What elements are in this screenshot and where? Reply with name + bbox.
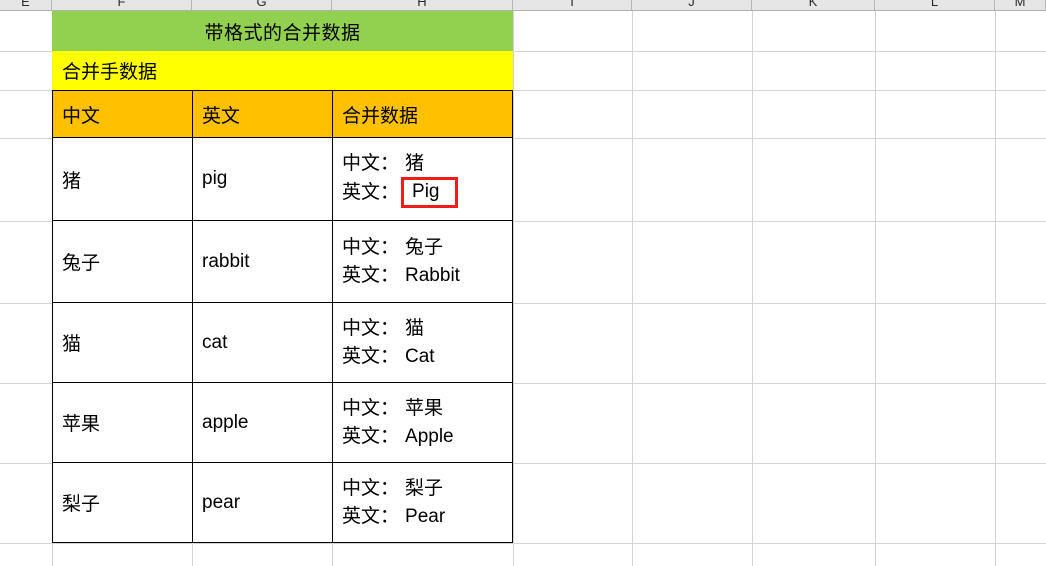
merged-line-chinese: 中文： 猪 bbox=[342, 150, 512, 178]
merged-label-chinese: 中文： bbox=[342, 317, 400, 339]
cell-english-text: pear bbox=[202, 491, 241, 513]
column-header-k[interactable]: K bbox=[752, 0, 875, 10]
merged-label-chinese: 中文： bbox=[342, 397, 400, 419]
merged-label-english: 英文： bbox=[342, 264, 400, 286]
cell-english-text: rabbit bbox=[202, 250, 250, 272]
merged-label-english: 英文： bbox=[342, 181, 400, 203]
merged-line-english: 英文： Pig bbox=[342, 177, 512, 209]
header-label-chinese: 中文 bbox=[62, 105, 101, 127]
merged-line-chinese: 中文： 苹果 bbox=[342, 395, 512, 423]
gridline-vertical bbox=[632, 11, 633, 566]
cell-merged[interactable]: 中文： 猪 英文： Pig bbox=[333, 138, 512, 220]
column-header-j[interactable]: J bbox=[632, 0, 752, 10]
merged-value-chinese: 猪 bbox=[405, 152, 425, 174]
column-header-l[interactable]: L bbox=[875, 0, 995, 10]
merged-label-english: 英文： bbox=[342, 505, 400, 527]
table-row: 苹果 apple 中文： 苹果 英文： Apple bbox=[52, 383, 513, 463]
cell-english[interactable]: pear bbox=[193, 463, 333, 542]
cell-merged[interactable]: 中文： 梨子 英文： Pear bbox=[333, 463, 512, 542]
cell-chinese[interactable]: 猫 bbox=[53, 303, 193, 382]
cell-merged[interactable]: 中文： 猫 英文： Cat bbox=[333, 303, 512, 382]
merged-label-english: 英文： bbox=[342, 345, 400, 367]
column-header-e[interactable]: E bbox=[0, 0, 52, 10]
spreadsheet-canvas: E F G H I J K L M 带格式的合并数据 合并手数据 中文 英文 合… bbox=[0, 0, 1046, 566]
merged-line-english: 英文： Cat bbox=[342, 343, 512, 371]
header-cell-chinese[interactable]: 中文 bbox=[53, 91, 193, 137]
cell-english[interactable]: cat bbox=[193, 303, 333, 382]
gridline-vertical bbox=[752, 11, 753, 566]
merged-line-chinese: 中文： 兔子 bbox=[342, 234, 512, 262]
cell-merged[interactable]: 中文： 兔子 英文： Rabbit bbox=[333, 221, 512, 302]
merged-line-english: 英文： Pear bbox=[342, 503, 512, 531]
merged-value-english: Apple bbox=[405, 425, 454, 447]
merged-line-chinese: 中文： 梨子 bbox=[342, 475, 512, 503]
cell-english-text: cat bbox=[202, 331, 228, 353]
cell-chinese[interactable]: 猪 bbox=[53, 138, 193, 220]
header-label-english: 英文 bbox=[202, 105, 241, 127]
cell-chinese-text: 猫 bbox=[62, 334, 82, 355]
table-row: 兔子 rabbit 中文： 兔子 英文： Rabbit bbox=[52, 221, 513, 303]
column-header-m[interactable]: M bbox=[995, 0, 1046, 10]
column-header-f[interactable]: F bbox=[52, 0, 192, 10]
cell-chinese[interactable]: 梨子 bbox=[53, 463, 193, 542]
merged-label-chinese: 中文： bbox=[342, 477, 400, 499]
gridline-vertical bbox=[995, 11, 996, 566]
merged-value-english: Rabbit bbox=[405, 264, 460, 286]
merged-value-chinese: 梨子 bbox=[405, 477, 444, 499]
merged-value-chinese: 兔子 bbox=[405, 236, 444, 258]
merged-value-chinese: 苹果 bbox=[405, 397, 444, 419]
table-title-text: 带格式的合并数据 bbox=[204, 22, 361, 44]
cell-chinese[interactable]: 兔子 bbox=[53, 221, 193, 302]
cell-chinese-text: 兔子 bbox=[62, 253, 101, 274]
table-title-cell[interactable]: 带格式的合并数据 bbox=[52, 11, 513, 51]
header-label-merged: 合并数据 bbox=[342, 105, 419, 127]
cell-chinese-text: 苹果 bbox=[62, 414, 101, 435]
cell-merged[interactable]: 中文： 苹果 英文： Apple bbox=[333, 383, 512, 462]
cell-chinese-text: 猪 bbox=[62, 170, 82, 192]
header-cell-english[interactable]: 英文 bbox=[193, 91, 333, 137]
merged-value-chinese: 猫 bbox=[405, 317, 425, 339]
header-cell-merged[interactable]: 合并数据 bbox=[333, 91, 512, 137]
cell-chinese-text: 梨子 bbox=[62, 494, 101, 515]
merged-value-english: Cat bbox=[405, 345, 435, 367]
cell-english[interactable]: apple bbox=[193, 383, 333, 462]
merged-line-chinese: 中文： 猫 bbox=[342, 315, 512, 343]
table-header-row: 中文 英文 合并数据 bbox=[52, 90, 513, 138]
table-row: 猪 pig 中文： 猪 英文： Pig bbox=[52, 138, 513, 221]
cell-english[interactable]: pig bbox=[193, 138, 333, 220]
gridline-vertical bbox=[875, 11, 876, 566]
merged-line-english: 英文： Rabbit bbox=[342, 262, 512, 290]
column-header-g[interactable]: G bbox=[192, 0, 332, 10]
merged-label-english: 英文： bbox=[342, 425, 400, 447]
column-header-h[interactable]: H bbox=[332, 0, 513, 10]
cell-english[interactable]: rabbit bbox=[193, 221, 333, 302]
merged-label-chinese: 中文： bbox=[342, 152, 400, 174]
cell-chinese[interactable]: 苹果 bbox=[53, 383, 193, 462]
merged-label-chinese: 中文： bbox=[342, 236, 400, 258]
merged-value-english: Pear bbox=[405, 505, 446, 527]
cell-english-text: apple bbox=[202, 411, 249, 433]
gridline-horizontal bbox=[0, 543, 1046, 544]
table-subtitle-text: 合并手数据 bbox=[62, 62, 158, 83]
merged-line-english: 英文： Apple bbox=[342, 423, 512, 451]
column-header-i[interactable]: I bbox=[513, 0, 632, 10]
gridline-vertical bbox=[513, 11, 514, 566]
table-row: 猫 cat 中文： 猫 英文： Cat bbox=[52, 303, 513, 383]
table-subtitle-cell[interactable]: 合并手数据 bbox=[52, 51, 513, 90]
cell-english-text: pig bbox=[202, 168, 228, 189]
highlight-box-pig: Pig bbox=[401, 177, 459, 209]
table-row: 梨子 pear 中文： 梨子 英文： Pear bbox=[52, 463, 513, 543]
column-header-strip: E F G H I J K L M bbox=[0, 0, 1046, 11]
